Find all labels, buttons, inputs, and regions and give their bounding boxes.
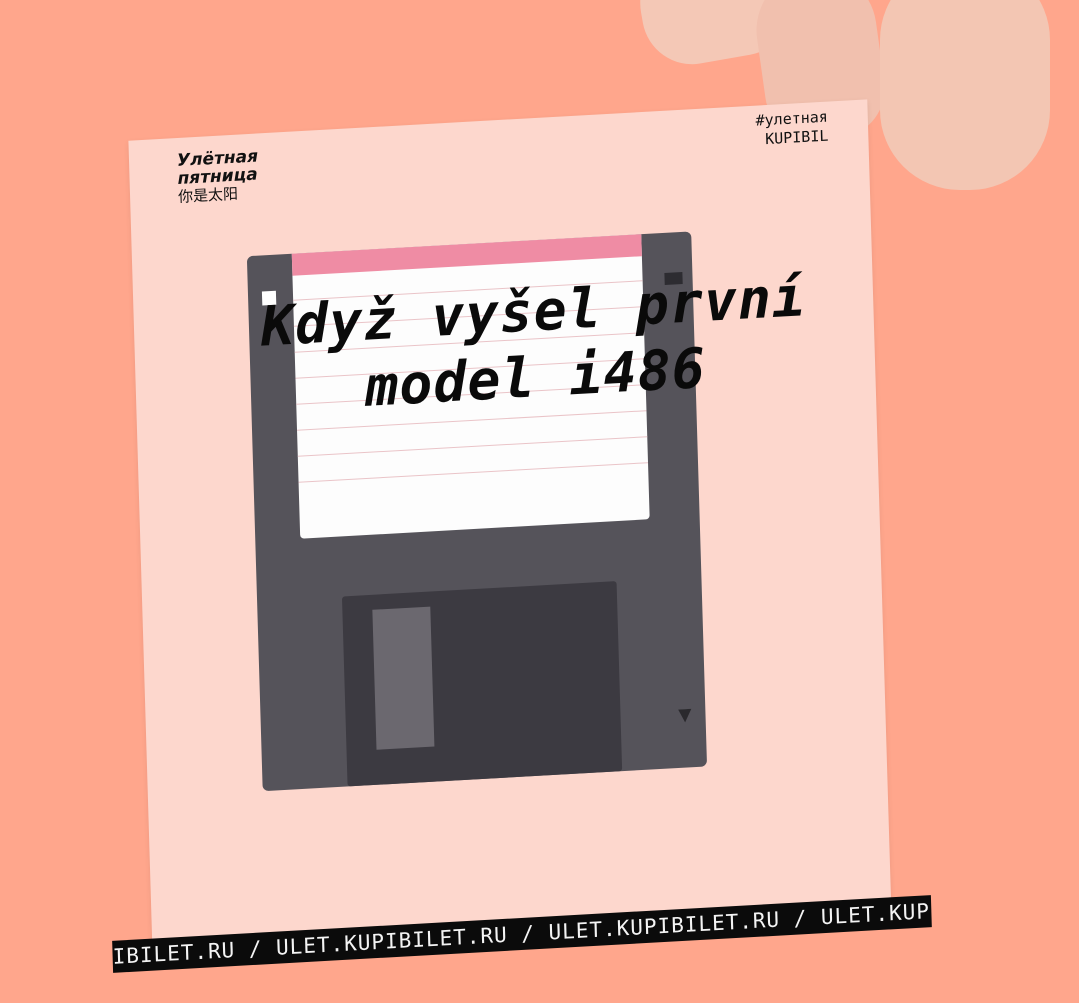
label-line (298, 462, 649, 483)
scene: Улётная пятница 你是太阳 #улетная KUPIBIL ▼ … (0, 0, 1079, 1003)
brand-line-3: 你是太阳 (177, 184, 239, 207)
hashtag: #улетная KUPIBIL (755, 108, 828, 150)
metal-shutter (341, 581, 623, 787)
palm (880, 0, 1050, 190)
label-line (297, 436, 648, 457)
label-stripe (291, 234, 642, 276)
brand-logo: Улётная пятница 你是太阳 (177, 146, 260, 207)
poster-card: Улётная пятница 你是太阳 #улетная KUPIBIL ▼ … (112, 99, 932, 973)
url-ticker: IBILET.RU / ULET.KUPIBILET.RU / ULET.KUP… (112, 895, 932, 973)
hashtag-line-2: KUPIBIL (764, 126, 829, 149)
down-arrow-icon: ▼ (677, 702, 692, 728)
brand-line-2: пятница (177, 164, 258, 190)
shutter-window (372, 606, 435, 750)
